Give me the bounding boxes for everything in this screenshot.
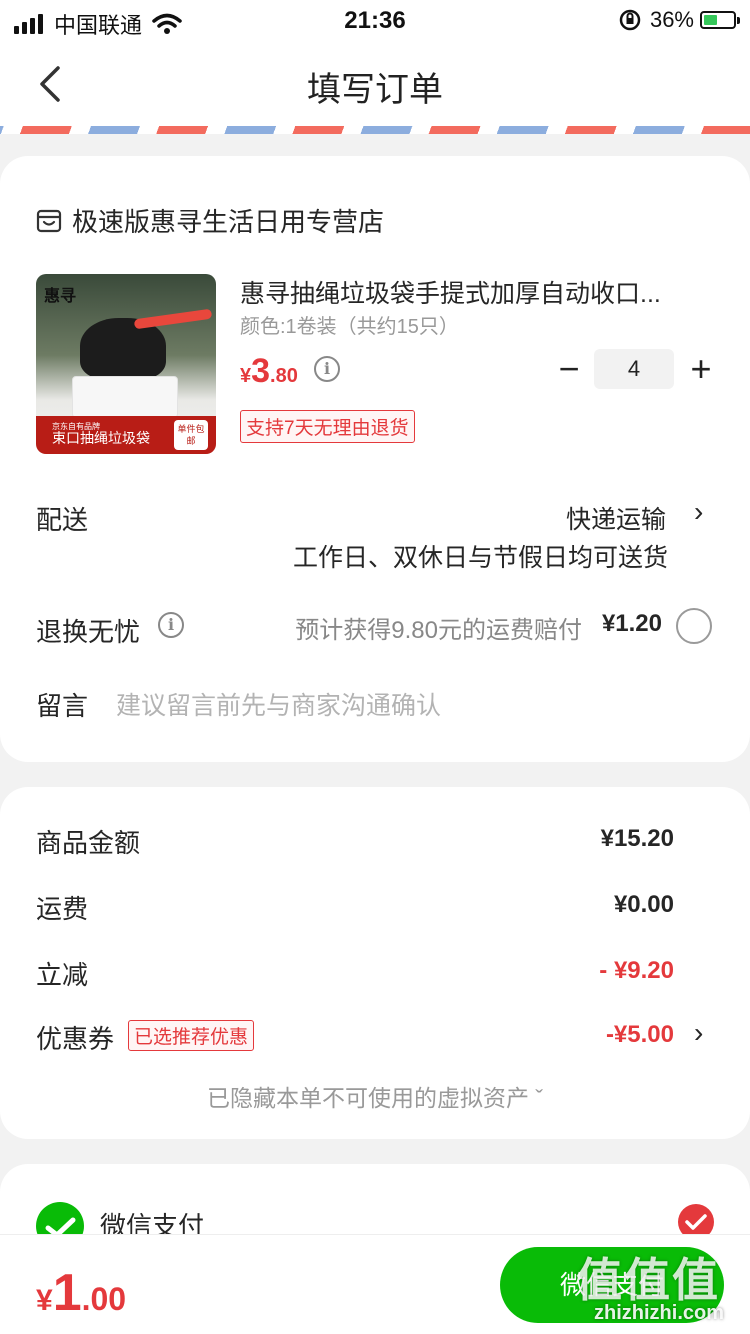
goods-amount: ¥15.20 <box>600 825 674 852</box>
price-integer: 3 <box>251 352 271 390</box>
quantity-input[interactable]: 4 <box>594 349 674 389</box>
price-currency: ¥ <box>240 365 252 387</box>
drawstring-graphic <box>133 308 213 330</box>
bin-graphic <box>72 376 178 418</box>
total-currency: ¥ <box>36 1284 53 1317</box>
orientation-lock-icon <box>619 9 641 31</box>
battery-percent: 36% <box>649 7 694 32</box>
shop-icon <box>36 209 62 232</box>
message-input[interactable]: 建议留言前先与商家沟通确认 <box>116 686 441 722</box>
coupon-amount[interactable]: -¥5.00 <box>606 1021 674 1049</box>
battery-icon <box>700 11 740 29</box>
product-price: ¥ 3 .80 <box>240 352 298 391</box>
garbage-bag-graphic <box>80 318 166 380</box>
goods-amount-label: 商品金额 <box>36 828 141 858</box>
radio-icon[interactable] <box>676 608 712 644</box>
delivery-method[interactable]: 快递运输 <box>566 500 666 536</box>
info-icon[interactable]: i <box>314 356 340 382</box>
nav-bar: 填写订单 <box>0 42 750 128</box>
delivery-schedule: 工作日、双休日与节假日均可送货 <box>292 544 668 572</box>
product-spec: 颜色:1卷装（共约15只） <box>240 316 459 338</box>
price-summary-card: 商品金额 ¥15.20 运费 ¥0.00 立减 - ¥9.20 优惠券 已选推荐… <box>0 787 750 1139</box>
product-image-badge: 单件包邮 <box>174 420 208 450</box>
chevron-right-icon[interactable]: › <box>694 1017 703 1049</box>
hidden-assets-toggle[interactable]: 已隐藏本单不可使用的虚拟资产 ˇ <box>0 1079 750 1113</box>
discount-amount: - ¥9.20 <box>599 957 674 984</box>
message-label: 留言 <box>36 691 89 721</box>
coupon-tag: 已选推荐优惠 <box>128 1020 255 1051</box>
watermark-logo: 值值值 <box>576 1254 720 1306</box>
status-bar: 中国联通 21:36 36% <box>0 0 750 42</box>
watermark-url: zhizhizhi.com <box>594 1302 724 1324</box>
order-item-card: 极速版惠寻生活日用专营店 惠寻 京东自有品牌 束口抽绳垃圾袋 单件包邮 惠寻抽绳… <box>0 156 750 762</box>
product-image-band-text: 束口抽绳垃圾袋 <box>52 430 150 446</box>
total-integer: 1 <box>52 1264 82 1322</box>
product-title[interactable]: 惠寻抽绳垃圾袋手提式加厚自动收口... <box>240 274 710 310</box>
total-price: ¥ 1 .00 <box>36 1263 126 1323</box>
shipping-amount: ¥0.00 <box>613 891 674 918</box>
shop-header[interactable]: 极速版惠寻生活日用专营店 <box>36 202 384 239</box>
total-decimal: .00 <box>81 1281 127 1317</box>
return-freight-price: ¥1.20 <box>601 610 662 637</box>
quantity-decrease-button[interactable]: − <box>556 351 582 387</box>
coupon-label: 优惠券 <box>36 1024 115 1054</box>
status-right: 36% <box>618 7 740 33</box>
quantity-increase-button[interactable]: + <box>688 351 714 387</box>
product-image[interactable]: 惠寻 京东自有品牌 束口抽绳垃圾袋 单件包邮 <box>36 274 216 454</box>
discount-label: 立减 <box>36 960 89 990</box>
return-policy-tag: 支持7天无理由退货 <box>240 410 415 443</box>
page-title: 填写订单 <box>307 71 443 109</box>
info-icon[interactable]: i <box>158 612 184 638</box>
price-decimal: .80 <box>270 365 298 387</box>
return-freight-desc: 预计获得9.80元的运费赔付 <box>295 617 582 644</box>
return-freight-label: 退换无忧 <box>36 617 141 647</box>
shop-name: 极速版惠寻生活日用专营店 <box>72 207 385 237</box>
chevron-right-icon[interactable]: › <box>694 496 703 528</box>
airmail-divider <box>0 126 750 134</box>
delivery-label: 配送 <box>36 505 89 535</box>
shipping-label: 运费 <box>36 894 89 924</box>
product-image-brand: 惠寻 <box>44 288 77 305</box>
